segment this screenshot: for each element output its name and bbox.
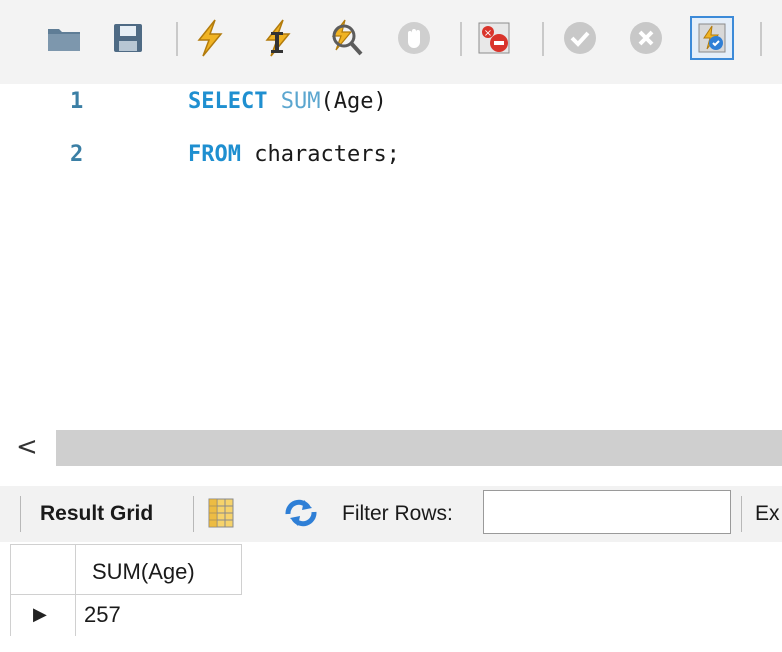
lightning-cursor-icon [261,18,295,58]
grid-layout-icon [208,498,234,532]
commit-button[interactable] [560,16,600,60]
toolbar-separator [20,496,21,532]
toggle-continue-on-error-button[interactable]: × [474,16,514,60]
grid-corner [10,544,76,594]
scroll-left-arrow-icon[interactable]: < [16,432,38,462]
save-button[interactable] [108,16,148,60]
autocommit-icon [696,21,728,55]
line-number: 2 [70,142,84,167]
column-header[interactable]: SUM(Age) [76,544,242,594]
code-line[interactable]: FROM characters; [188,142,400,167]
export-label[interactable]: Ex [755,502,780,526]
x-circle-icon [628,20,664,56]
row-pointer-icon: ▶ [33,604,47,624]
refresh-button[interactable] [282,498,320,533]
stop-hand-icon [396,20,432,56]
open-folder-button[interactable] [44,16,84,60]
folder-icon [46,23,82,53]
sql-function: SUM [280,89,321,114]
result-toolbar: Result Grid Filter Rows: Ex [0,486,782,542]
toolbar-separator [760,22,762,56]
check-icon [562,20,598,56]
refresh-icon [282,499,320,532]
sql-text: (Age) [320,89,387,114]
explain-button[interactable] [326,16,366,60]
error-stop-icon: × [476,20,512,56]
execute-current-button[interactable] [258,16,298,60]
code-line[interactable]: SELECT SUM(Age) [188,89,387,114]
execute-button[interactable] [190,16,230,60]
filter-rows-input[interactable] [483,490,731,534]
horizontal-scrollbar[interactable]: < [0,428,782,468]
sql-keyword: SELECT [188,89,268,114]
filter-rows-label: Filter Rows: [342,502,453,525]
save-icon [112,22,144,54]
toolbar-separator [460,22,462,56]
toolbar-separator [741,496,742,532]
line-number: 1 [70,89,84,114]
svg-text:×: × [484,28,492,39]
result-grid: SUM(Age) ▶ 257 [10,544,242,640]
magnifier-icon [327,18,365,58]
toolbar-separator [193,496,194,532]
sql-text: characters; [254,142,400,167]
toggle-autocommit-button[interactable] [690,16,734,60]
toolbar-separator [176,22,178,56]
lightning-icon [193,18,227,58]
scrollbar-thumb[interactable] [56,430,782,466]
result-grid-tab[interactable]: Result Grid [40,502,153,526]
sql-editor[interactable]: 1 SELECT SUM(Age) 2 FROM characters; [0,84,782,426]
sql-editor-toolbar: × [0,0,782,84]
toolbar-separator [542,22,544,56]
rollback-button[interactable] [626,16,666,60]
table-cell[interactable]: 257 [76,594,242,636]
grid-layout-button[interactable] [208,498,234,533]
stop-button[interactable] [394,16,434,60]
sql-keyword: FROM [188,142,241,167]
row-selector[interactable]: ▶ [10,594,76,636]
